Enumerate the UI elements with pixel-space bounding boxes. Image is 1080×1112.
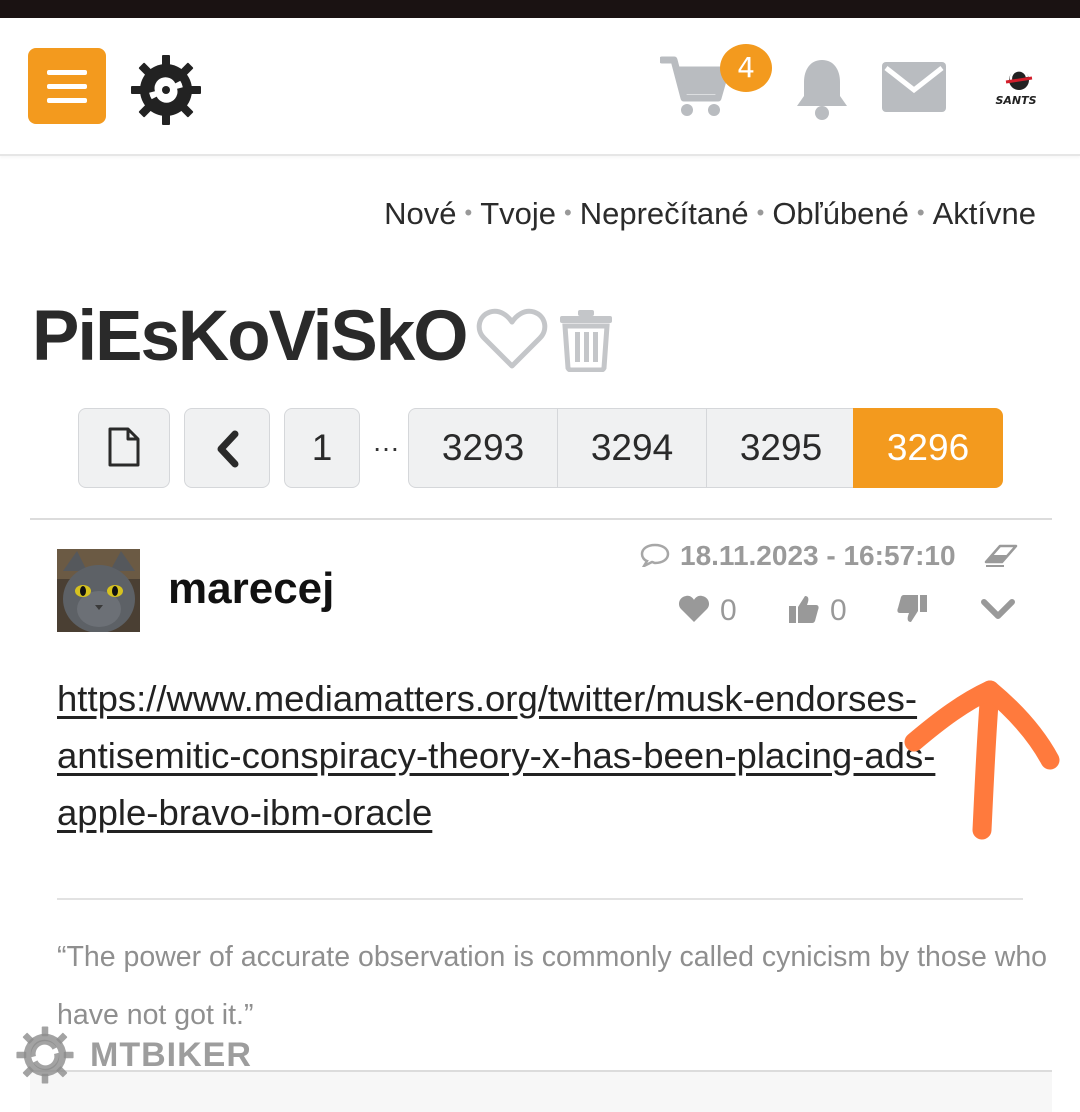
mtbiker-gear-watermark-icon (16, 1026, 74, 1084)
mtbiker-logo-icon[interactable] (128, 52, 204, 128)
signature-divider (57, 898, 1023, 900)
mail-icon[interactable] (882, 62, 946, 112)
thumbs-down-icon (897, 595, 927, 622)
post-signature: “The power of accurate observation is co… (57, 941, 1048, 1031)
post-dislike-action[interactable] (896, 594, 936, 634)
chevron-left-icon (217, 430, 239, 468)
post-author-avatar[interactable] (57, 549, 140, 632)
watermark-text: MTBIKER (90, 1036, 252, 1074)
post-datetime-text: 18.11.2023 - 16:57:10 (680, 540, 956, 571)
chevron-down-icon (981, 599, 1015, 619)
page-3296-button[interactable]: 3296 (853, 408, 1003, 488)
divider (30, 518, 1052, 520)
thread-title: PiEsKoViSkO (32, 297, 468, 376)
next-post-edge (30, 1070, 1052, 1112)
pagination-ellipsis: … (372, 426, 400, 457)
post-link[interactable]: https://www.mediamatters.org/twitter/mus… (57, 670, 937, 841)
subnav-separator: • (464, 200, 473, 225)
comment-bubble-icon (640, 543, 670, 567)
subnav-item-nove[interactable]: Nové (384, 196, 456, 231)
heart-count: 0 (720, 594, 737, 627)
hamburger-icon (47, 70, 87, 75)
post-username[interactable]: marecej (168, 564, 334, 614)
page-icon (108, 427, 140, 467)
eraser-icon[interactable] (984, 544, 1018, 568)
forum-subnav: Nové • Tvoje • Neprečítané • Obľúbené • Aktívne (384, 196, 1036, 232)
menu-button[interactable] (28, 48, 106, 124)
svg-text:SANTS: SANTS (995, 94, 1036, 107)
status-bar (0, 0, 1080, 18)
pagination: 1 … 3293 3294 3295 3296 (0, 408, 1080, 490)
cart-count-badge[interactable]: 4 (720, 44, 772, 92)
subnav-separator: • (564, 200, 572, 225)
site-header: 4 SANTS (0, 18, 1080, 156)
page-3294-button[interactable]: 3294 (557, 408, 707, 488)
first-page-button[interactable] (78, 408, 170, 488)
post-like-action[interactable]: 0 (788, 594, 860, 634)
favorite-heart-icon[interactable] (476, 306, 548, 372)
post-datetime[interactable]: 18.11.2023 - 16:57:10 (640, 540, 956, 572)
subnav-item-neprecitane[interactable]: Neprečítané (580, 196, 749, 231)
like-count: 0 (830, 594, 847, 627)
subnav-item-tvoje[interactable]: Tvoje (480, 196, 556, 231)
prev-page-button[interactable] (184, 408, 270, 488)
subnav-item-aktivne[interactable]: Aktívne (933, 196, 1036, 231)
user-avatar[interactable]: SANTS (982, 68, 1050, 108)
subnav-item-oblubene[interactable]: Obľúbené (772, 196, 909, 231)
subnav-separator: • (756, 200, 765, 225)
subnav-separator: • (916, 200, 925, 225)
orange-arrow-annotation (904, 680, 1060, 840)
post-heart-action[interactable]: 0 (678, 594, 750, 634)
trash-icon[interactable] (558, 308, 614, 372)
heart-icon (678, 595, 710, 622)
page-3293-button[interactable]: 3293 (408, 408, 558, 488)
post-more-dropdown[interactable] (980, 594, 1020, 634)
page-3295-button[interactable]: 3295 (706, 408, 856, 488)
thumbs-up-icon (789, 596, 819, 623)
page-1-button[interactable]: 1 (284, 408, 360, 488)
bell-icon[interactable] (792, 56, 852, 122)
